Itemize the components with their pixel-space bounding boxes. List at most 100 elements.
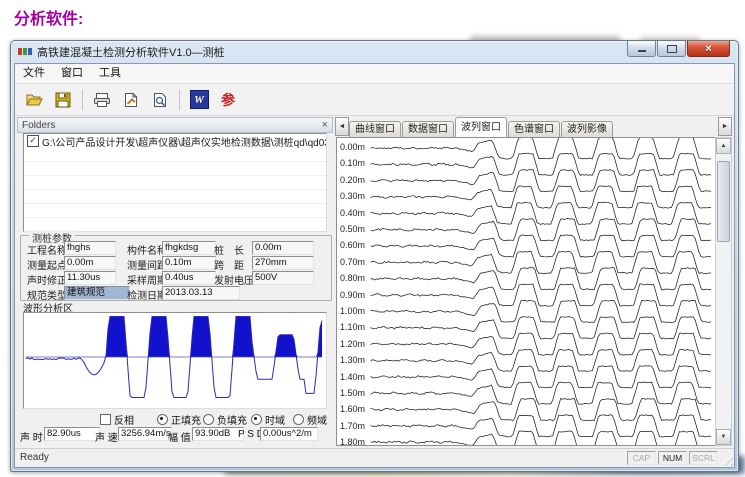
status-bar: Ready CAPNUMSCRL — [15, 448, 734, 467]
window-title: 高铁建混凝土检测分析软件V1.0—测桩 — [37, 44, 225, 60]
measurement-fields: 声 时82.90us声 速3256.94m/s幅 值93.90dBP S D0.… — [17, 427, 335, 442]
fill-negative-label: 负填充 — [217, 412, 247, 427]
wave-trace — [371, 219, 711, 241]
param-field[interactable]: fhghs — [64, 241, 116, 255]
param-field[interactable]: 0.10m — [162, 256, 216, 270]
param-field[interactable]: 500V — [252, 271, 314, 285]
printer-icon — [93, 92, 111, 108]
waveform-plot — [23, 312, 327, 409]
menu-item-1[interactable]: 窗口 — [53, 64, 91, 83]
invert-control[interactable]: 反相 — [100, 412, 134, 427]
parameter-button[interactable]: 参 — [215, 88, 241, 112]
time-domain-control[interactable]: 时域 — [251, 412, 285, 427]
menu-item-0[interactable]: 文件 — [15, 64, 53, 83]
depth-label: 0.70m — [340, 257, 365, 267]
minimize-button[interactable] — [627, 41, 656, 57]
word-export-button[interactable]: W — [186, 88, 212, 112]
tab-bar: ◄ 曲线窗口数据窗口波列窗口色谱窗口波列影像 ► — [335, 117, 732, 137]
freq-domain-label: 频域 — [307, 412, 327, 427]
param-label: 测量起点 — [27, 257, 67, 272]
wave-trace — [371, 349, 711, 371]
param-field[interactable]: 0.00m — [252, 241, 314, 255]
list-row-empty — [24, 190, 326, 204]
depth-label: 0.90m — [340, 290, 365, 300]
waveform-controls: 反相 正填充 负填充 时域 — [17, 412, 335, 425]
param-field[interactable]: 0.00m — [64, 256, 116, 270]
open-button[interactable] — [21, 88, 47, 112]
invert-label: 反相 — [114, 412, 134, 427]
folders-panel-header: Folders × — [17, 117, 333, 133]
depth-label: 1.70m — [340, 421, 365, 431]
tab-scroll-right-icon[interactable]: ► — [718, 117, 732, 136]
file-checkbox[interactable]: ✓ — [27, 135, 39, 147]
fill-negative-radio[interactable] — [203, 414, 214, 425]
wave-trace — [371, 300, 711, 322]
indicator-CAP: CAP — [627, 451, 656, 465]
param-field[interactable]: 0.40us — [162, 271, 216, 285]
wave-train-svg — [337, 138, 715, 445]
wave-trace — [371, 415, 711, 437]
depth-label: 0.50m — [340, 224, 365, 234]
freq-domain-radio[interactable] — [293, 414, 304, 425]
fill-positive-radio[interactable] — [157, 414, 168, 425]
save-button[interactable] — [50, 88, 76, 112]
fill-negative-control[interactable]: 负填充 — [203, 412, 247, 427]
param-label: 跨 距 — [214, 257, 244, 272]
param-field[interactable]: fhgkdsg — [162, 241, 216, 255]
tab-2[interactable]: 波列窗口 — [455, 117, 507, 137]
file-list-item[interactable]: ✓ G:\公司产品设计开发\超声仪器\超声仪实地检测数据\测桩qd\qd03\q… — [24, 134, 326, 148]
tab-4[interactable]: 波列影像 — [561, 121, 613, 137]
toolbar: W 参 — [15, 84, 734, 116]
depth-label: 0.20m — [340, 175, 365, 185]
vertical-scrollbar[interactable]: ▲ ▼ — [715, 137, 732, 446]
field-value[interactable]: 93.90dB — [192, 427, 244, 441]
depth-label: 0.00m — [340, 142, 365, 152]
menu-item-2[interactable]: 工具 — [91, 64, 129, 83]
depth-label: 1.60m — [340, 404, 365, 414]
export-button[interactable] — [118, 88, 144, 112]
depth-label: 1.20m — [340, 339, 365, 349]
print-button[interactable] — [89, 88, 115, 112]
tab-3[interactable]: 色谱窗口 — [508, 121, 560, 137]
list-row-empty — [24, 176, 326, 190]
tab-0[interactable]: 曲线窗口 — [349, 121, 401, 137]
field-value[interactable]: 82.90us — [44, 427, 100, 441]
field-value[interactable]: 0.00us^2/m — [260, 427, 318, 441]
maximize-button[interactable] — [657, 41, 686, 57]
freq-domain-control[interactable]: 频域 — [293, 412, 327, 427]
folders-close-icon[interactable]: × — [322, 120, 328, 130]
param-field[interactable]: 270mm — [252, 256, 314, 270]
tab-1[interactable]: 数据窗口 — [402, 121, 454, 137]
close-button[interactable]: × — [687, 41, 730, 57]
param-label: 声时修正 — [27, 272, 67, 287]
wave-trace — [371, 366, 711, 388]
tab-scroll-left-icon[interactable]: ◄ — [335, 117, 349, 136]
open-folder-icon — [25, 92, 43, 108]
depth-label: 1.40m — [340, 372, 365, 382]
param-field[interactable]: 2013.03.13 — [162, 286, 240, 300]
fill-positive-control[interactable]: 正填充 — [157, 412, 201, 427]
invert-checkbox[interactable] — [100, 414, 111, 425]
wave-trace — [371, 431, 711, 445]
param-label: 采样周期 — [127, 272, 167, 287]
page-tool-icon — [123, 92, 139, 108]
wave-trace — [371, 268, 711, 290]
field-value[interactable]: 3256.94m/s — [118, 427, 172, 441]
resize-grip[interactable] — [721, 454, 733, 466]
param-field[interactable]: 11.30us — [64, 271, 116, 285]
preview-button[interactable] — [147, 88, 173, 112]
wave-trace — [371, 170, 711, 192]
folders-title: Folders — [22, 120, 55, 131]
time-domain-radio[interactable] — [251, 414, 262, 425]
depth-label: 0.80m — [340, 273, 365, 283]
file-listbox[interactable]: ✓ G:\公司产品设计开发\超声仪器\超声仪实地检测数据\测桩qd\qd03\q… — [23, 133, 327, 232]
param-label: 发射电压 — [214, 272, 254, 287]
wave-train-area: 0.00m0.10m0.20m0.30m0.40m0.50m0.60m0.70m… — [336, 137, 716, 446]
scrollbar-thumb[interactable] — [717, 161, 730, 242]
depth-label: 0.30m — [340, 191, 365, 201]
param-field[interactable]: 建筑规范 — [64, 286, 130, 300]
scroll-up-icon[interactable]: ▲ — [716, 138, 731, 154]
save-icon — [55, 92, 71, 108]
wave-trace — [371, 284, 711, 306]
scroll-down-icon[interactable]: ▼ — [716, 429, 731, 445]
